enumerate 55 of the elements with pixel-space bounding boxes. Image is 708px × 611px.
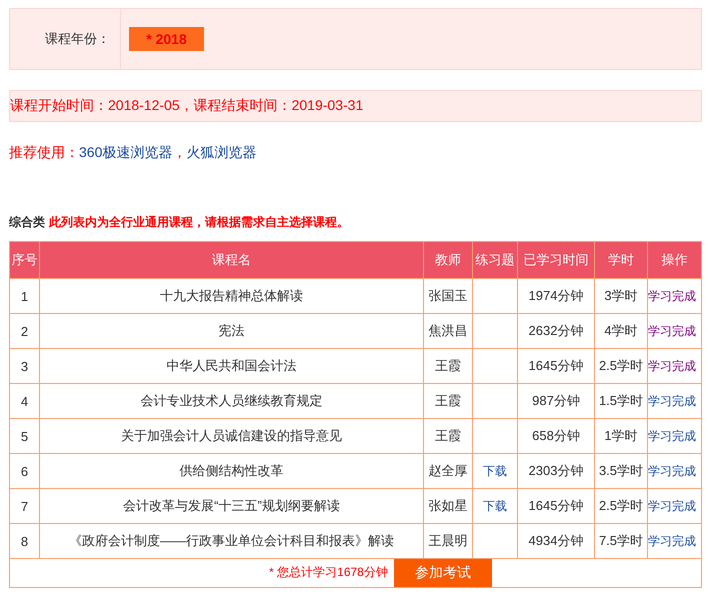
column-header: 已学习时间 — [518, 242, 594, 278]
table-cell: 8 — [10, 524, 40, 558]
table-cell: 987分钟 — [518, 384, 594, 418]
table-cell: 7 — [10, 488, 40, 524]
column-header: 课程名 — [40, 242, 424, 278]
table-cell: 4学时 — [594, 314, 648, 348]
column-header: 教师 — [424, 242, 472, 278]
total-time: * 您总计学习1678分钟 — [269, 565, 388, 580]
table-cell: 5 — [10, 418, 40, 454]
table-cell: 1 — [10, 278, 40, 314]
table-cell: 4934分钟 — [518, 524, 594, 558]
table-cell: 1645分钟 — [518, 348, 594, 384]
table-cell: 王霞 — [424, 348, 472, 384]
period-text: 课程开始时间：2018-12-05，课程结束时间：2019-03-31 — [10, 97, 364, 115]
table-cell: 会计改革与发展“十三五”规划纲要解读 — [40, 488, 424, 524]
year-label: 课程年份： — [45, 30, 110, 48]
table-cell: 2 — [10, 314, 40, 348]
table-cell: 6 — [10, 454, 40, 488]
table-cell: 1学时 — [594, 418, 648, 454]
browser-link[interactable]: 火狐浏览器 — [186, 144, 256, 160]
browser-link[interactable]: 360极速浏览器 — [79, 144, 172, 160]
table-cell: 王霞 — [424, 384, 472, 418]
table-cell: 4 — [10, 384, 40, 418]
column-header: 序号 — [10, 242, 40, 278]
table-cell: 焦洪昌 — [424, 314, 472, 348]
table-cell: 会计专业技术人员继续教育规定 — [40, 384, 424, 418]
table-cell: 3.5学时 — [594, 454, 648, 488]
column-header: 学时 — [594, 242, 648, 278]
table-cell: 《政府会计制度——行政事业单位会计科目和报表》解读 — [40, 524, 424, 558]
column-header: 操作 — [648, 242, 702, 278]
table-cell: 中华人民共和国会计法 — [40, 348, 424, 384]
table-cell: 2.5学时 — [594, 348, 648, 384]
table-cell: 658分钟 — [518, 418, 594, 454]
table-cell: 供给侧结构性改革 — [40, 454, 424, 488]
table-cell: 十九大报告精神总体解读 — [40, 278, 424, 314]
table-cell: 2.5学时 — [594, 488, 648, 524]
table-cell: 1.5学时 — [594, 384, 648, 418]
table-cell: 3 — [10, 348, 40, 384]
table-cell: 王霞 — [424, 418, 472, 454]
recommend-label: 推荐使用： — [9, 144, 79, 160]
column-header: 练习题 — [472, 242, 518, 278]
table-cell: 7.5学时 — [594, 524, 648, 558]
table-cell: 赵全厚 — [424, 454, 472, 488]
table-cell: 关于加强会计人员诚信建设的指导意见 — [40, 418, 424, 454]
section-title: 综合类 — [9, 215, 45, 229]
table-cell: 2303分钟 — [518, 454, 594, 488]
section-note: 此列表内为全行业通用课程，请根据需求自主选择课程。 — [49, 215, 349, 229]
table-cell: 3学时 — [594, 278, 648, 314]
table-cell: 1645分钟 — [518, 488, 594, 524]
separator: ， — [172, 144, 186, 160]
table-cell: 张如星 — [424, 488, 472, 524]
table-cell: 1974分钟 — [518, 278, 594, 314]
table-cell: 2632分钟 — [518, 314, 594, 348]
table-cell: 张国玉 — [424, 278, 472, 314]
table-cell: 宪法 — [40, 314, 424, 348]
